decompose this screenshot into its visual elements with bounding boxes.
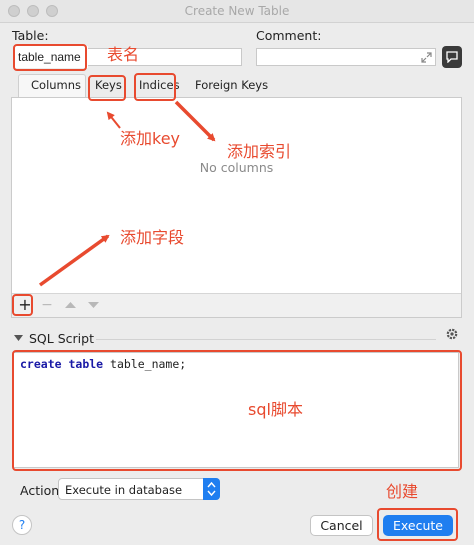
- help-button[interactable]: ?: [12, 515, 32, 535]
- window-title: Create New Table: [184, 4, 290, 18]
- annotation-box-keys: [88, 75, 126, 101]
- action-label: Action:: [20, 483, 64, 498]
- cancel-button[interactable]: Cancel: [310, 515, 373, 536]
- tab-columns[interactable]: Columns: [31, 78, 81, 92]
- no-columns-text: No columns: [199, 160, 274, 175]
- columns-toolbar: + −: [12, 293, 461, 317]
- annotation-box-indices: [134, 73, 176, 101]
- sql-script-label: SQL Script: [29, 331, 94, 346]
- move-down-icon[interactable]: [88, 301, 99, 309]
- annotation-box-table-name: [13, 44, 87, 71]
- action-selected-value: Execute in database: [65, 483, 183, 497]
- comment-editor-button[interactable]: [442, 46, 462, 68]
- annotation-box-sql-script: [12, 350, 462, 471]
- table-label: Table:: [12, 28, 49, 43]
- tab-foreign-keys[interactable]: Foreign Keys: [195, 78, 268, 92]
- annotation-box-execute: [377, 508, 458, 541]
- annotation-text-add-key: 添加key: [120, 129, 181, 148]
- speech-bubble-icon: [446, 51, 458, 63]
- comment-input[interactable]: [256, 48, 436, 66]
- annotation-text-table-name: 表名: [107, 45, 140, 64]
- move-up-icon[interactable]: [65, 301, 76, 309]
- columns-panel: No columns + −: [11, 97, 462, 318]
- title-bar: Create New Table: [0, 0, 474, 23]
- expand-icon[interactable]: [421, 52, 432, 63]
- collapse-triangle-icon[interactable]: [14, 334, 23, 342]
- comment-label: Comment:: [256, 28, 322, 43]
- action-select[interactable]: Execute in database: [58, 478, 220, 500]
- annotation-box-add-button: [12, 294, 33, 316]
- annotation-text-add-field: 添加字段: [120, 228, 185, 247]
- chevron-up-down-icon: [207, 481, 216, 497]
- remove-column-button[interactable]: −: [40, 296, 54, 314]
- annotation-text-sql-script: sql脚本: [248, 400, 303, 419]
- select-stepper: [203, 478, 220, 500]
- annotation-text-add-index: 添加索引: [227, 142, 292, 161]
- sql-divider: [96, 339, 436, 340]
- gear-icon[interactable]: [445, 327, 459, 341]
- annotation-text-create: 创建: [386, 482, 419, 501]
